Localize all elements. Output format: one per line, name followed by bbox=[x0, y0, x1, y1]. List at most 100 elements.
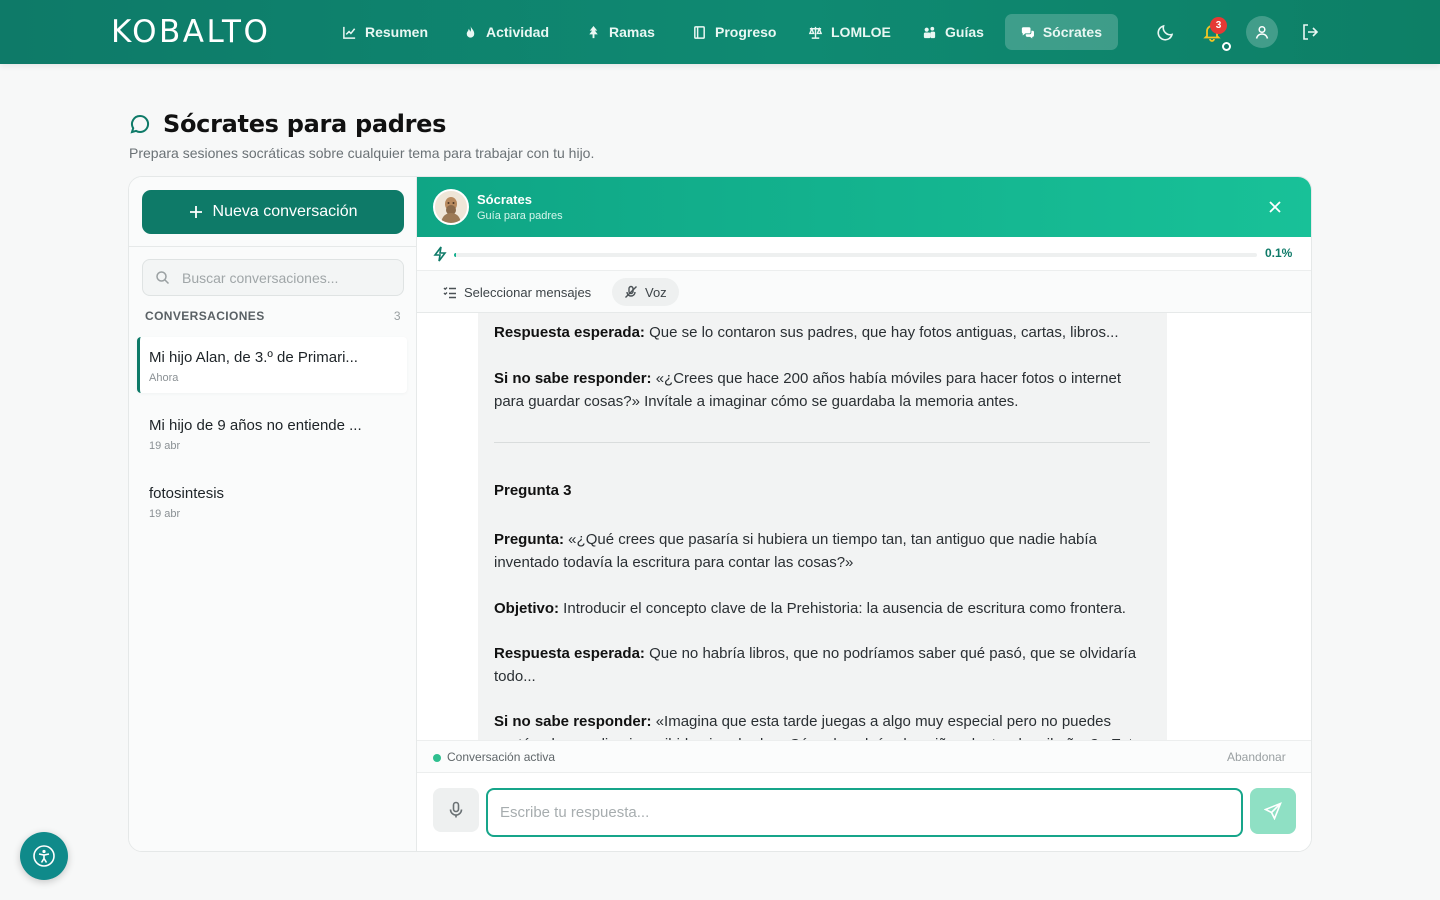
book-icon bbox=[694, 25, 705, 39]
nav-label: LOMLOE bbox=[831, 24, 891, 40]
voice-label: Voz bbox=[645, 284, 667, 300]
online-status-dot bbox=[1222, 42, 1231, 51]
top-navbar: KOBALTO Resumen Actividad Ramas Progreso… bbox=[0, 0, 1440, 64]
message-paragraph: Si no sabe responder: «¿Crees que hace 2… bbox=[494, 367, 1154, 413]
field-label: Respuesta esperada: bbox=[494, 645, 645, 662]
field-text: Introducir el concepto clave de la Prehi… bbox=[559, 600, 1126, 617]
section-count: 3 bbox=[393, 309, 401, 323]
microphone-icon bbox=[449, 801, 463, 818]
chat-toolbar: Seleccionar mensajes Voz bbox=[417, 271, 1311, 313]
message-paragraph: Respuesta esperada: Que se lo contaron s… bbox=[494, 321, 1154, 344]
page-header: Sócrates para padres bbox=[129, 110, 446, 138]
close-chat-button[interactable] bbox=[1265, 197, 1285, 217]
nav-label: Sócrates bbox=[1042, 24, 1102, 40]
field-label: Objetivo: bbox=[494, 600, 560, 617]
conversation-title: fotosintesis bbox=[149, 485, 225, 502]
scale-icon bbox=[808, 26, 823, 39]
conversation-date: 19 abr bbox=[149, 440, 181, 452]
page-subtitle: Prepara sesiones socráticas sobre cualqu… bbox=[129, 145, 595, 161]
accessibility-button[interactable] bbox=[20, 832, 68, 880]
composer bbox=[417, 773, 1311, 851]
message-paragraph: Si no sabe responder: «Imagina que esta … bbox=[494, 710, 1154, 740]
assistant-name: Sócrates bbox=[477, 192, 532, 207]
chat-bubbles-icon bbox=[1021, 26, 1034, 39]
mic-off-icon bbox=[625, 285, 637, 298]
section-label: CONVERSACIONES bbox=[145, 309, 265, 323]
search-input[interactable] bbox=[182, 269, 382, 286]
nav-label: Progreso bbox=[715, 24, 777, 40]
search-box bbox=[142, 259, 404, 296]
conversations-sidebar: Nueva conversación CONVERSACIONES 3 Mi h… bbox=[129, 177, 417, 851]
tree-icon bbox=[589, 25, 598, 38]
logout-button[interactable] bbox=[1296, 18, 1324, 46]
nav-label: Guías bbox=[945, 24, 984, 40]
conversation-date: Ahora bbox=[149, 372, 179, 384]
voice-toggle[interactable]: Voz bbox=[612, 278, 679, 306]
mic-button[interactable] bbox=[433, 788, 479, 832]
people-icon bbox=[923, 26, 936, 38]
field-label: Pregunta: bbox=[494, 531, 565, 548]
socrates-avatar bbox=[433, 189, 469, 225]
abandon-button[interactable]: Abandonar bbox=[1227, 750, 1286, 764]
question-heading: Pregunta 3 bbox=[494, 482, 572, 499]
nav-label: Ramas bbox=[609, 24, 655, 40]
field-label: Si no sabe responder: bbox=[494, 370, 652, 387]
progress-fill bbox=[454, 253, 456, 257]
conversation-item[interactable]: fotosintesis 19 abr bbox=[137, 473, 407, 529]
message-divider bbox=[494, 442, 1150, 443]
field-text: Que se lo contaron sus padres, que hay f… bbox=[644, 324, 1119, 341]
nav-item-progreso[interactable]: Progreso bbox=[676, 14, 792, 50]
conversation-title: Mi hijo de 9 años no entiende ... bbox=[149, 417, 362, 434]
select-messages-button[interactable]: Seleccionar mensajes bbox=[431, 278, 603, 306]
logout-icon bbox=[1303, 24, 1319, 40]
conversation-date: 19 abr bbox=[149, 508, 181, 520]
message-paragraph: Objetivo: Introducir el concepto clave d… bbox=[494, 597, 1154, 620]
conversation-title: Mi hijo Alan, de 3.º de Primari... bbox=[149, 349, 358, 366]
socrates-portrait-icon bbox=[435, 191, 467, 223]
accessibility-icon bbox=[33, 845, 55, 867]
message-input[interactable] bbox=[486, 788, 1243, 837]
messages-area[interactable]: Respuesta esperada: Que se lo contaron s… bbox=[417, 313, 1311, 740]
dark-mode-toggle[interactable] bbox=[1152, 18, 1180, 46]
user-icon bbox=[1255, 25, 1269, 39]
assistant-message[interactable]: Respuesta esperada: Que se lo contaron s… bbox=[478, 313, 1167, 740]
select-messages-label: Seleccionar mensajes bbox=[464, 284, 592, 300]
active-status-dot bbox=[433, 754, 441, 762]
search-icon bbox=[156, 271, 170, 285]
notification-count-badge: 3 bbox=[1210, 17, 1227, 34]
app-logo[interactable]: KOBALTO bbox=[111, 14, 270, 50]
moon-icon bbox=[1157, 24, 1174, 41]
socrates-panel: Nueva conversación CONVERSACIONES 3 Mi h… bbox=[128, 176, 1312, 852]
message-paragraph: Pregunta: «¿Qué crees que pasaría si hub… bbox=[494, 528, 1154, 574]
conversation-item[interactable]: Mi hijo de 9 años no entiende ... 19 abr bbox=[137, 405, 407, 461]
nav-item-socrates[interactable]: Sócrates bbox=[1005, 14, 1118, 50]
progress-bar bbox=[454, 253, 1257, 257]
field-text: «¿Qué crees que pasaría si hubiera un ti… bbox=[494, 531, 1097, 571]
user-avatar-button[interactable] bbox=[1246, 16, 1278, 48]
send-icon bbox=[1264, 802, 1282, 820]
status-text: Conversación activa bbox=[447, 750, 556, 764]
new-conversation-label: Nueva conversación bbox=[212, 203, 358, 220]
nav-item-actividad[interactable]: Actividad bbox=[447, 14, 565, 50]
new-conversation-button[interactable]: Nueva conversación bbox=[142, 190, 404, 234]
nav-item-resumen[interactable]: Resumen bbox=[326, 14, 444, 50]
nav-label: Resumen bbox=[365, 24, 429, 40]
lightning-icon bbox=[433, 246, 447, 262]
checklist-icon bbox=[443, 286, 456, 299]
send-button[interactable] bbox=[1250, 788, 1296, 834]
flame-icon bbox=[466, 25, 475, 38]
close-icon bbox=[1269, 201, 1281, 213]
progress-percent: 0.1% bbox=[1265, 246, 1293, 260]
field-label: Respuesta esperada: bbox=[494, 324, 645, 341]
nav-item-ramas[interactable]: Ramas bbox=[570, 14, 671, 50]
chart-line-icon bbox=[343, 26, 356, 39]
nav-item-guias[interactable]: Guías bbox=[906, 14, 1000, 50]
conversation-status-bar: Conversación activa Abandonar bbox=[417, 740, 1311, 773]
nav-label: Actividad bbox=[486, 24, 550, 40]
field-label: Si no sabe responder: bbox=[494, 713, 652, 730]
chat-header: Sócrates Guía para padres bbox=[417, 177, 1311, 237]
page-title: Sócrates para padres bbox=[163, 110, 447, 138]
message-heading: Pregunta 3 bbox=[494, 479, 1154, 502]
nav-item-lomloe[interactable]: LOMLOE bbox=[792, 14, 907, 50]
conversation-item[interactable]: Mi hijo Alan, de 3.º de Primari... Ahora bbox=[137, 337, 407, 393]
